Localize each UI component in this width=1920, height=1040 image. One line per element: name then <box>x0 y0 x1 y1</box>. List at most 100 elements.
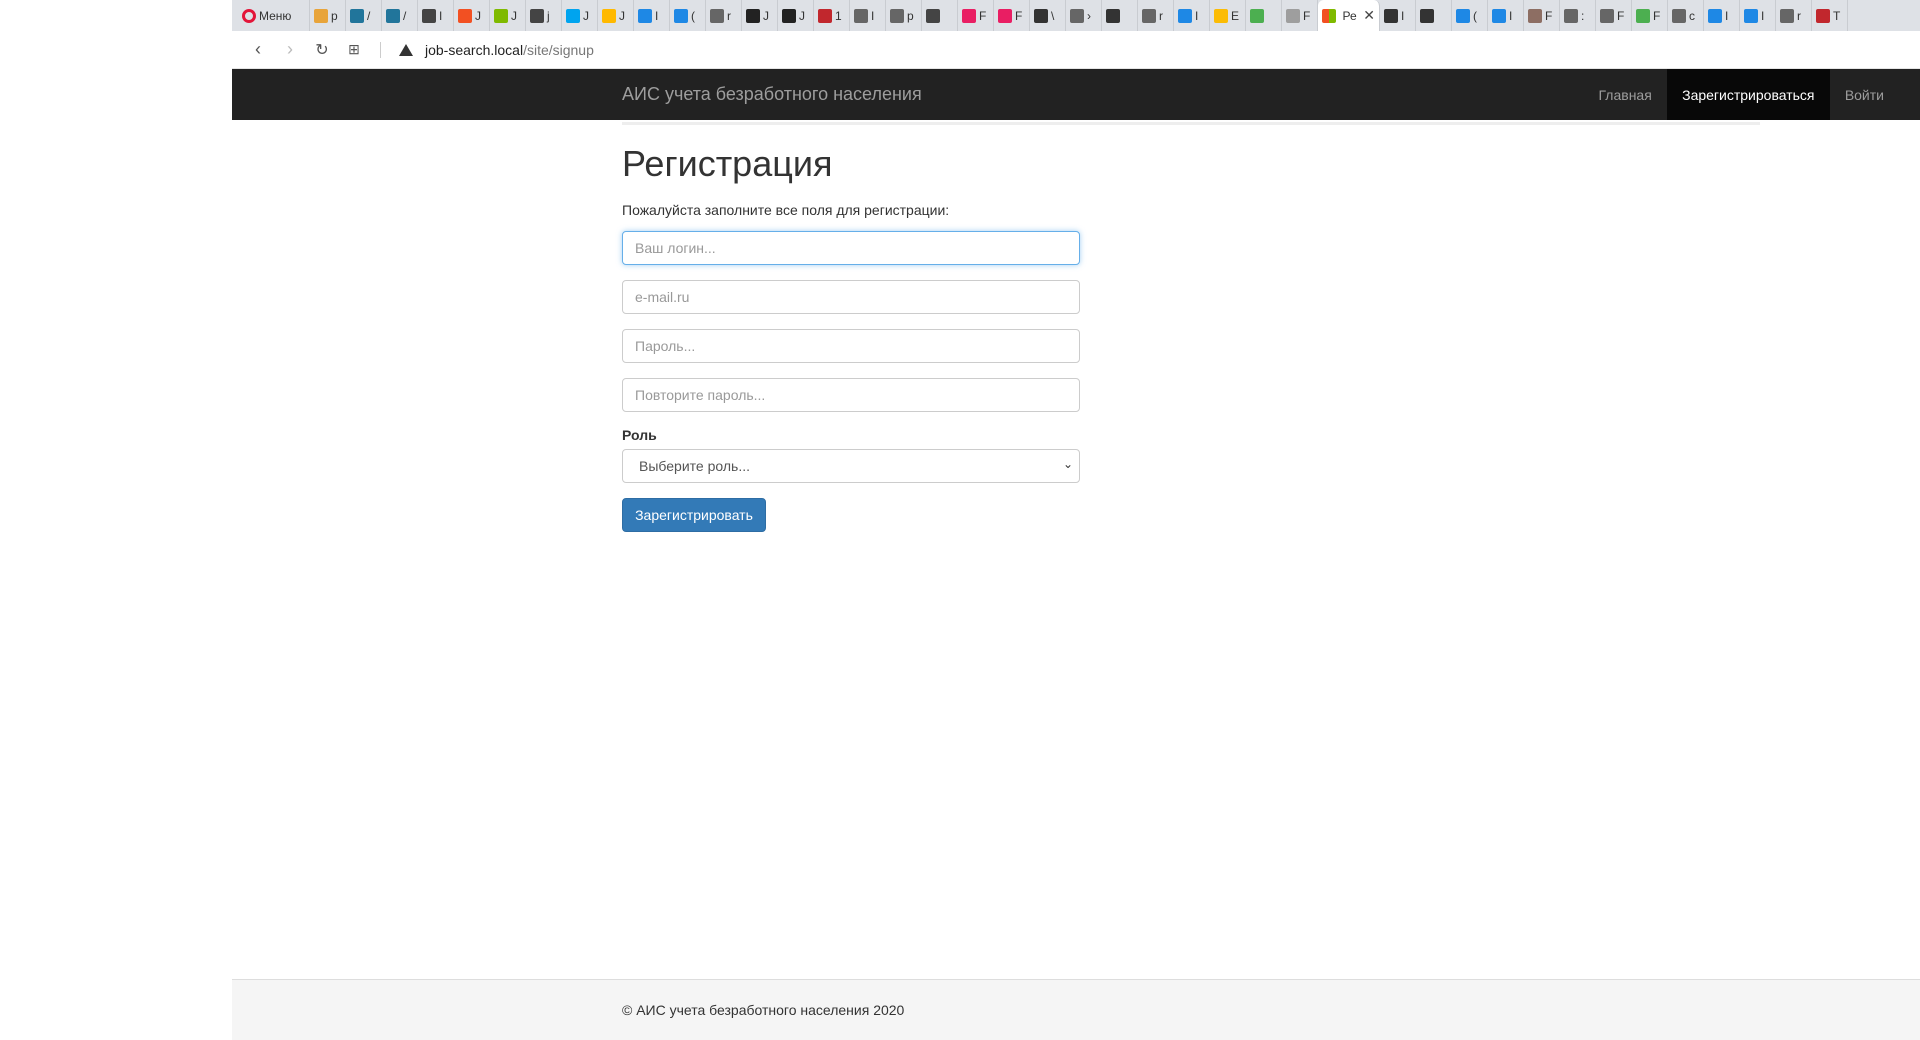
tab-favicon-icon <box>1250 8 1264 23</box>
browser-tab-13[interactable]: J <box>778 0 814 31</box>
tab-label: r <box>727 8 731 23</box>
tab-label: I <box>1401 8 1405 23</box>
password-input[interactable] <box>622 329 1080 363</box>
tab-label: r <box>1797 8 1801 23</box>
back-icon[interactable]: ‹ <box>242 34 274 66</box>
browser-tab-23[interactable]: r <box>1138 0 1174 31</box>
nav-link-login[interactable]: Войти <box>1830 69 1920 120</box>
tab-favicon-icon <box>1600 8 1614 23</box>
tab-favicon-icon <box>1106 8 1120 23</box>
tab-label: F <box>1653 8 1661 23</box>
site-brand-link[interactable]: АИС учета безработного населения <box>622 84 922 105</box>
browser-tab-right-3[interactable]: I <box>1488 0 1524 31</box>
browser-tab-right-5[interactable]: : <box>1560 0 1596 31</box>
browser-tab-11[interactable]: r <box>706 0 742 31</box>
tab-favicon-icon <box>1564 8 1578 23</box>
tab-favicon-icon <box>1034 8 1048 23</box>
browser-tab-10[interactable]: ( <box>670 0 706 31</box>
close-tab-icon[interactable]: ✕ <box>1363 7 1375 24</box>
browser-tab-0[interactable]: р <box>310 0 346 31</box>
tab-favicon-icon <box>1070 8 1084 23</box>
browser-tab-20[interactable]: \ <box>1030 0 1066 31</box>
browser-tab-right-10[interactable]: I <box>1740 0 1776 31</box>
url-field[interactable]: job-search.local/site/signup <box>425 42 594 58</box>
browser-tab-21[interactable]: › <box>1066 0 1102 31</box>
browser-tab-17[interactable] <box>922 0 958 31</box>
browser-tab-right-4[interactable]: F <box>1524 0 1560 31</box>
tab-label: I <box>1725 8 1729 23</box>
browser-tab-2[interactable]: / <box>382 0 418 31</box>
password-repeat-input[interactable] <box>622 378 1080 412</box>
browser-tab-right-8[interactable]: c <box>1668 0 1704 31</box>
tab-favicon-icon <box>818 8 832 23</box>
tab-favicon-icon <box>350 8 364 23</box>
browser-tab-right-11[interactable]: r <box>1776 0 1812 31</box>
tab-label: p <box>907 8 914 23</box>
browser-tab-8[interactable]: J <box>598 0 634 31</box>
browser-tab-19[interactable]: F <box>994 0 1030 31</box>
browser-tab-25[interactable]: E <box>1210 0 1246 31</box>
not-secure-warning-icon[interactable] <box>399 43 413 56</box>
tab-label: › <box>1087 8 1091 23</box>
browser-tab-1[interactable]: / <box>346 0 382 31</box>
browser-tab-18[interactable]: F <box>958 0 994 31</box>
tab-favicon-icon <box>1492 8 1506 23</box>
tab-favicon-icon <box>638 8 652 23</box>
tab-label: I <box>871 8 875 23</box>
browser-menu-button[interactable]: Меню <box>232 0 310 31</box>
browser-tab-26[interactable] <box>1246 0 1282 31</box>
tab-favicon-icon <box>530 8 544 23</box>
browser-tab-right-12[interactable]: T <box>1812 0 1848 31</box>
tab-favicon-icon <box>458 8 472 23</box>
tab-label: ( <box>1473 8 1477 23</box>
browser-tab-24[interactable]: I <box>1174 0 1210 31</box>
tab-label: / <box>367 8 371 23</box>
browser-tab-5[interactable]: J <box>490 0 526 31</box>
browser-tab-right-7[interactable]: F <box>1632 0 1668 31</box>
tab-favicon-icon <box>854 8 868 23</box>
browser-tab-right-6[interactable]: F <box>1596 0 1632 31</box>
email-input[interactable] <box>622 280 1080 314</box>
nav-link-home[interactable]: Главная <box>1584 69 1667 120</box>
browser-tab-right-0[interactable]: I <box>1380 0 1416 31</box>
tabs-grid-icon[interactable]: ⊞ <box>338 34 370 66</box>
tab-favicon-icon <box>710 8 724 23</box>
reload-icon[interactable]: ↻ <box>306 34 338 66</box>
nav-link-register[interactable]: Зарегистрироваться <box>1666 69 1830 120</box>
tab-label: J <box>763 8 769 23</box>
tab-label: F <box>979 8 987 23</box>
browser-tab-12[interactable]: J <box>742 0 778 31</box>
browser-tab-14[interactable]: 1 <box>814 0 850 31</box>
browser-tab-4[interactable]: J <box>454 0 490 31</box>
browser-tab-9[interactable]: I <box>634 0 670 31</box>
browser-tab-right-2[interactable]: ( <box>1452 0 1488 31</box>
tab-label: E <box>1231 8 1240 23</box>
tab-label: c <box>1689 8 1695 23</box>
tab-favicon-icon <box>1744 8 1758 23</box>
tab-favicon-icon <box>674 8 688 23</box>
browser-tab-7[interactable]: J <box>562 0 598 31</box>
browser-tab-6[interactable]: j <box>526 0 562 31</box>
browser-tab-strip: Меню р / / I J Jj J J I (r J J 1 Ip F F \ › r I E F Ре ✕ I (I F… <box>232 0 1920 31</box>
forward-icon[interactable]: › <box>274 34 306 66</box>
role-select[interactable]: Выберите роль... ⌄ <box>622 449 1080 483</box>
browser-tab-active[interactable]: Ре ✕ <box>1318 0 1380 31</box>
tab-favicon-icon <box>1214 8 1228 23</box>
opera-logo-icon <box>242 8 256 23</box>
browser-tab-22[interactable] <box>1102 0 1138 31</box>
tab-label: T <box>1833 8 1841 23</box>
tab-label: J <box>475 8 481 23</box>
browser-tab-right-1[interactable] <box>1416 0 1452 31</box>
register-submit-button[interactable]: Зарегистрировать <box>622 498 766 532</box>
header-divider <box>622 122 1760 125</box>
tab-label: J <box>619 8 625 23</box>
browser-tab-right-9[interactable]: I <box>1704 0 1740 31</box>
tab-favicon-icon <box>314 8 328 23</box>
browser-tab-27[interactable]: F <box>1282 0 1318 31</box>
browser-tab-16[interactable]: p <box>886 0 922 31</box>
login-input[interactable] <box>622 231 1080 265</box>
tab-favicon-icon <box>1708 8 1722 23</box>
tab-favicon-icon <box>1816 8 1830 23</box>
browser-tab-3[interactable]: I <box>418 0 454 31</box>
browser-tab-15[interactable]: I <box>850 0 886 31</box>
